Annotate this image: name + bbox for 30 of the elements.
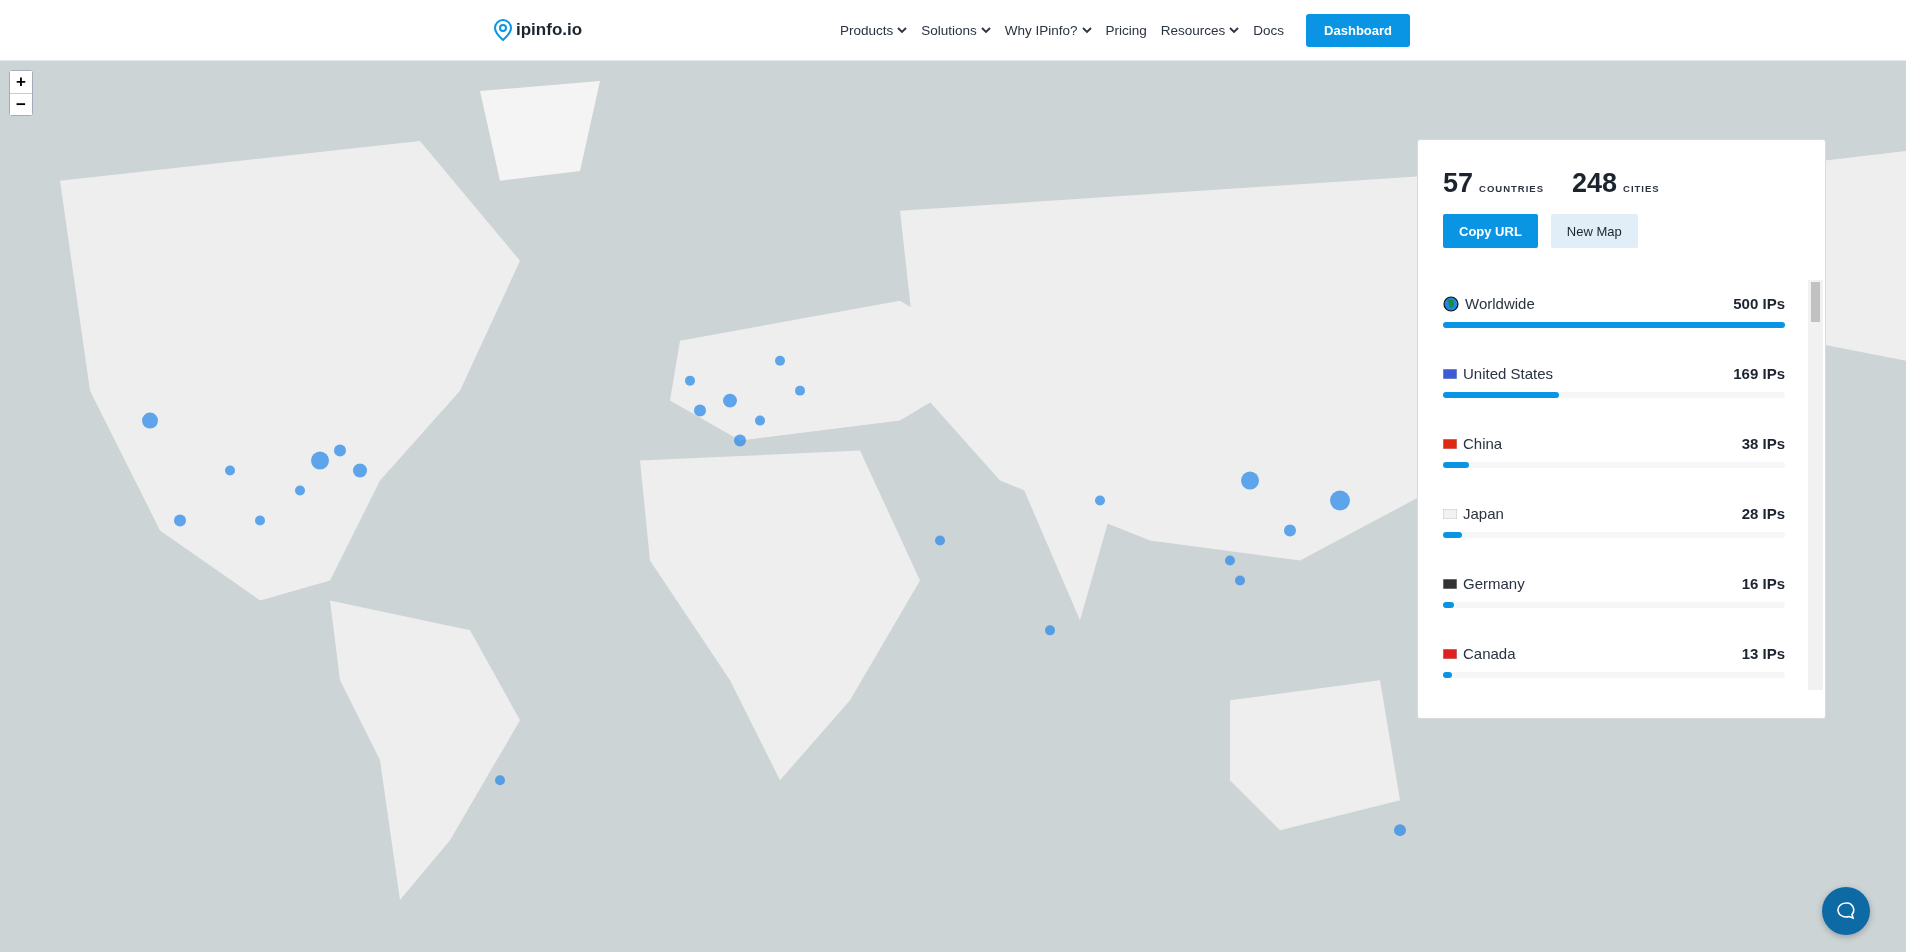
location-pin-icon [494,19,512,41]
nav-link[interactable]: Docs [1253,22,1285,38]
ip-count: 500 IPs [1733,295,1785,312]
ip-count: 169 IPs [1733,365,1785,382]
location-name: Worldwide [1465,295,1535,312]
scrollbar-thumb[interactable] [1811,282,1820,322]
ip-count: 38 IPs [1741,435,1785,452]
scrollbar[interactable] [1808,280,1823,690]
location-name: Germany [1463,575,1525,592]
location-name: Japan [1463,505,1504,522]
location-name: China [1463,435,1503,452]
new-map-button[interactable]: New Map [1550,214,1638,248]
chat-bubble-icon [1836,901,1856,921]
globe-icon [1443,295,1459,312]
nav-link[interactable]: Products [839,22,894,38]
ip-count: 28 IPs [1741,505,1785,522]
nav-link[interactable]: Solutions [921,22,977,38]
location-name: Canada [1463,645,1516,662]
nav-link[interactable]: Pricing [1105,22,1147,38]
cities-label: CITIES [1623,183,1660,194]
nav-link[interactable]: Resources [1160,22,1226,38]
location-name: United States [1463,365,1554,382]
countries-label: COUNTRIES [1479,183,1544,194]
logo-text[interactable]: ipinfo.io [516,20,583,40]
ip-count: 13 IPs [1741,645,1785,662]
nav-link[interactable]: Why IPinfo? [1004,22,1078,38]
city-count: 248 [1572,168,1618,199]
ip-count: 16 IPs [1741,575,1785,592]
country-count: 57 [1443,168,1474,199]
zoom-out-button[interactable]: − [10,93,32,115]
